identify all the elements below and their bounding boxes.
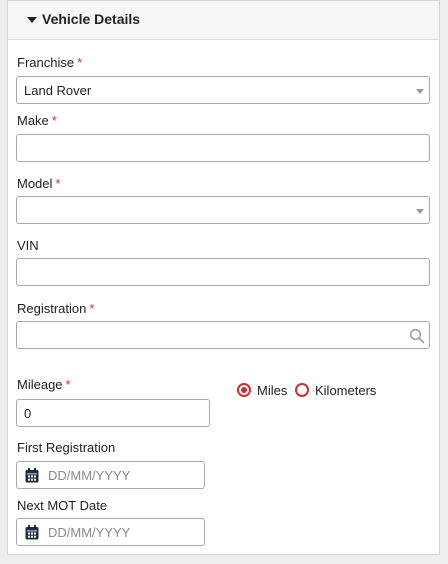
vin-label-text: VIN (17, 238, 39, 253)
panel-title: Vehicle Details (42, 11, 141, 27)
chevron-down-icon (416, 209, 424, 214)
chevron-down-icon (416, 89, 424, 94)
make-input[interactable] (16, 134, 430, 162)
mileage-label: Mileage * (17, 377, 71, 392)
next-mot-label-text: Next MOT Date (17, 498, 108, 513)
model-label-text: Model (17, 176, 53, 191)
vin-input[interactable] (16, 258, 430, 286)
radio-selected-dot (241, 387, 247, 393)
model-select[interactable] (16, 196, 430, 224)
search-icon[interactable] (409, 328, 425, 344)
kilometers-radio-label[interactable]: Kilometers (315, 383, 376, 398)
kilometers-radio[interactable] (295, 383, 309, 397)
mileage-input[interactable]: 0 (16, 399, 210, 427)
miles-radio-label[interactable]: Miles (257, 383, 287, 398)
date-placeholder: DD/MM/YYYY (48, 468, 131, 483)
required-marker: * (51, 113, 57, 128)
franchise-label: Franchise * (17, 55, 82, 70)
first-registration-label: First Registration (17, 440, 115, 455)
next-mot-date-input[interactable]: DD/MM/YYYY (16, 518, 205, 546)
registration-label-text: Registration (17, 301, 87, 316)
make-label: Make * (17, 113, 57, 128)
panel-header[interactable]: Vehicle Details (8, 1, 439, 40)
date-placeholder: DD/MM/YYYY (48, 525, 131, 540)
required-marker: * (65, 377, 71, 392)
mileage-value: 0 (24, 406, 32, 421)
first-registration-date-input[interactable]: DD/MM/YYYY (16, 461, 205, 489)
miles-radio[interactable] (237, 383, 251, 397)
franchise-label-text: Franchise (17, 55, 75, 70)
franchise-select[interactable]: Land Rover (16, 76, 430, 104)
registration-label: Registration * (17, 301, 94, 316)
mileage-label-text: Mileage (17, 377, 63, 392)
franchise-value: Land Rover (24, 83, 92, 98)
caret-down-icon[interactable] (27, 17, 37, 23)
required-marker: * (55, 176, 61, 191)
make-label-text: Make (17, 113, 49, 128)
required-marker: * (89, 301, 95, 316)
first-registration-label-text: First Registration (17, 440, 116, 455)
required-marker: * (77, 55, 83, 70)
next-mot-label: Next MOT Date (17, 498, 107, 513)
calendar-icon[interactable] (25, 525, 39, 540)
calendar-icon[interactable] (25, 468, 39, 483)
vin-label: VIN (17, 238, 39, 253)
model-label: Model * (17, 176, 60, 191)
registration-search-input[interactable] (16, 321, 430, 349)
mileage-unit-radio-group: Miles Kilometers (237, 383, 397, 399)
